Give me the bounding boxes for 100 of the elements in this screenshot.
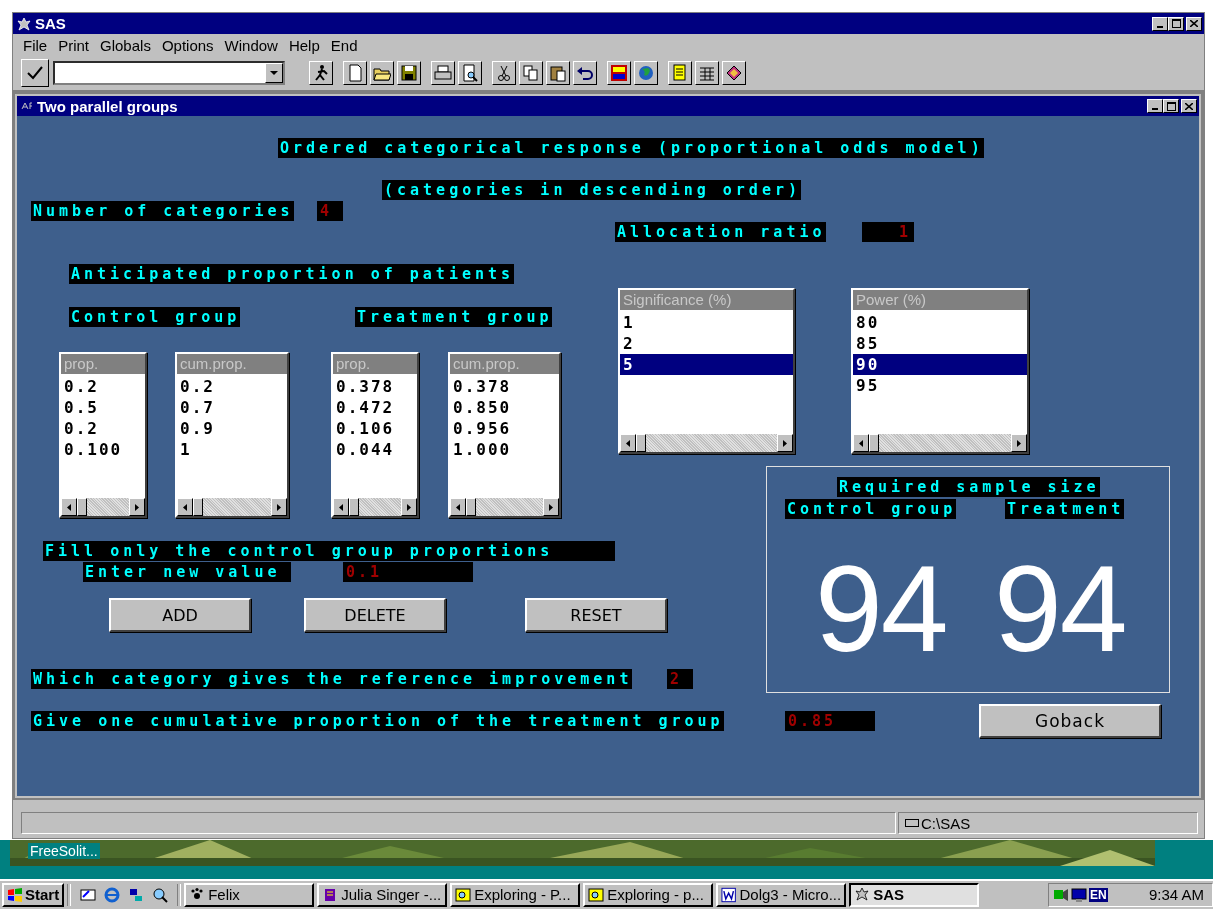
- start-button[interactable]: Start: [2, 882, 65, 907]
- taskbar-button[interactable]: Felix: [184, 882, 315, 907]
- printer-icon[interactable]: [431, 61, 455, 85]
- list-box[interactable]: prop. 0.378 0.472 0.106 0.044: [331, 352, 419, 518]
- list-item[interactable]: 90: [853, 354, 1027, 375]
- horizontal-scrollbar[interactable]: [620, 434, 793, 452]
- horizontal-scrollbar[interactable]: [177, 498, 287, 516]
- menu-item[interactable]: Options: [159, 36, 223, 54]
- check-icon[interactable]: [21, 59, 49, 87]
- scroll-right-button[interactable]: [1011, 434, 1027, 452]
- list-header: prop.: [61, 354, 145, 374]
- list-item[interactable]: 1: [177, 439, 287, 460]
- list-box[interactable]: Power (%) 80 85 90 95: [851, 288, 1029, 454]
- scroll-left-button[interactable]: [61, 498, 77, 516]
- menu-item[interactable]: Window: [222, 36, 287, 54]
- scroll-left-button[interactable]: [333, 498, 349, 516]
- scroll-left-button[interactable]: [620, 434, 636, 452]
- form-button[interactable]: DELETE: [304, 598, 446, 632]
- taskbar-button[interactable]: SAS: [849, 882, 980, 907]
- list-item[interactable]: 0.2: [61, 418, 145, 439]
- list-item[interactable]: 0.2: [177, 376, 287, 397]
- scroll-right-button[interactable]: [777, 434, 793, 452]
- list-item[interactable]: 0.378: [450, 376, 559, 397]
- list-item[interactable]: 0.956: [450, 418, 559, 439]
- document-icon: [721, 886, 737, 903]
- open-folder-icon[interactable]: [370, 61, 394, 85]
- list-item[interactable]: 0.472: [333, 397, 417, 418]
- close-button[interactable]: [1186, 16, 1202, 31]
- paste-icon[interactable]: [546, 61, 570, 85]
- list-item[interactable]: 95: [853, 375, 1027, 396]
- list-item[interactable]: 0.5: [61, 397, 145, 418]
- minimize-button[interactable]: [1147, 99, 1163, 113]
- print-preview-icon[interactable]: [458, 61, 482, 85]
- close-button[interactable]: [1181, 99, 1197, 113]
- scroll-left-button[interactable]: [853, 434, 869, 452]
- scroll-right-button[interactable]: [129, 498, 145, 516]
- scroll-right-button[interactable]: [271, 498, 287, 516]
- save-icon[interactable]: [397, 61, 421, 85]
- scroll-right-button[interactable]: [401, 498, 417, 516]
- list-item[interactable]: 0.2: [61, 376, 145, 397]
- scroll-thumb[interactable]: [349, 498, 359, 516]
- list-item[interactable]: 1: [620, 312, 793, 333]
- scroll-left-button[interactable]: [450, 498, 466, 516]
- maximize-button[interactable]: [1168, 16, 1184, 31]
- network-icon: [128, 886, 145, 903]
- scroll-thumb[interactable]: [466, 498, 476, 516]
- taskbar-button[interactable]: Dolg3 - Micro...: [716, 882, 847, 907]
- scroll-right-button[interactable]: [543, 498, 559, 516]
- horizontal-scrollbar[interactable]: [333, 498, 417, 516]
- list-item[interactable]: 0.850: [450, 397, 559, 418]
- list-item[interactable]: 5: [620, 354, 793, 375]
- document-icon[interactable]: [668, 61, 692, 85]
- scroll-left-button[interactable]: [177, 498, 193, 516]
- maximize-button[interactable]: [1163, 99, 1179, 113]
- scroll-thumb[interactable]: [636, 434, 646, 452]
- copy-icon[interactable]: [519, 61, 543, 85]
- language-indicator[interactable]: EN: [1089, 887, 1108, 902]
- form-button[interactable]: RESET: [525, 598, 667, 632]
- desktop-icon-label[interactable]: FreeSolit...: [28, 843, 100, 859]
- list-item[interactable]: 80: [853, 312, 1027, 333]
- scissors-icon[interactable]: [492, 61, 516, 85]
- scroll-thumb[interactable]: [77, 498, 87, 516]
- menu-item[interactable]: Print: [56, 36, 98, 54]
- globe-icon[interactable]: [634, 61, 658, 85]
- list-item[interactable]: 85: [853, 333, 1027, 354]
- menu-item[interactable]: Globals: [98, 36, 160, 54]
- taskbar-button[interactable]: Exploring - P...: [450, 882, 581, 907]
- list-item[interactable]: 0.106: [333, 418, 417, 439]
- list-item[interactable]: 0.044: [333, 439, 417, 460]
- horizontal-scrollbar[interactable]: [450, 498, 559, 516]
- running-figure-icon[interactable]: [309, 61, 333, 85]
- minimize-button[interactable]: [1152, 16, 1168, 31]
- list-box[interactable]: cum.prop. 0.2 0.7 0.9 1: [175, 352, 289, 518]
- undo-icon[interactable]: [573, 61, 597, 85]
- list-item[interactable]: 0.378: [333, 376, 417, 397]
- list-item[interactable]: 0.9: [177, 418, 287, 439]
- list-item[interactable]: 2: [620, 333, 793, 354]
- scroll-thumb[interactable]: [193, 498, 203, 516]
- list-item[interactable]: 1.000: [450, 439, 559, 460]
- horizontal-scrollbar[interactable]: [61, 498, 145, 516]
- taskbar-button[interactable]: Exploring - p...: [583, 882, 714, 907]
- list-item[interactable]: 0.100: [61, 439, 145, 460]
- menu-item[interactable]: Help: [286, 36, 329, 54]
- command-field[interactable]: [53, 61, 285, 85]
- list-box[interactable]: prop. 0.2 0.5 0.2 0.100: [59, 352, 147, 518]
- taskbar-button[interactable]: Julia Singer -...: [317, 882, 448, 907]
- horizontal-scrollbar[interactable]: [853, 434, 1027, 452]
- dropdown-button[interactable]: [265, 63, 283, 83]
- form-button[interactable]: ADD: [109, 598, 251, 632]
- scroll-thumb[interactable]: [869, 434, 879, 452]
- menu-item[interactable]: End: [328, 36, 367, 54]
- goback-button[interactable]: Goback: [979, 704, 1161, 738]
- list-box[interactable]: cum.prop. 0.378 0.850 0.956 1.000: [448, 352, 561, 518]
- list-header: prop.: [333, 354, 417, 374]
- list-box[interactable]: Significance (%) 1 2 5: [618, 288, 795, 454]
- list-item[interactable]: 0.7: [177, 397, 287, 418]
- left-arrow-icon: [456, 503, 460, 511]
- menu-item[interactable]: File: [21, 36, 57, 54]
- table-icon[interactable]: [695, 61, 719, 85]
- new-file-icon[interactable]: [343, 61, 367, 85]
